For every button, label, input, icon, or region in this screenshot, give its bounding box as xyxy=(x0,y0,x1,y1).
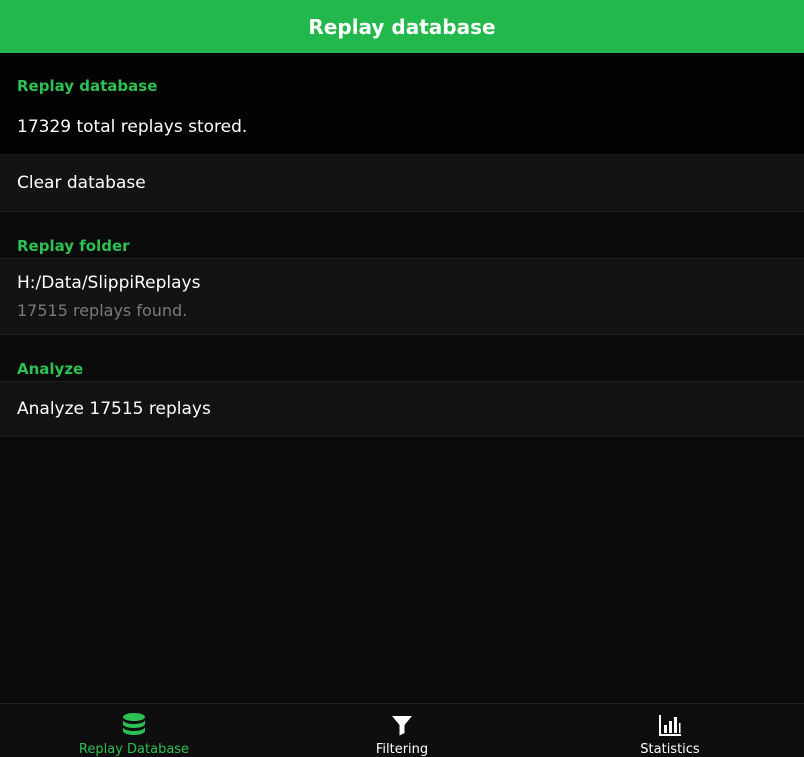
bottom-navigation: Replay Database Filtering Statistics xyxy=(0,703,804,757)
database-summary: 17329 total replays stored. xyxy=(17,117,248,137)
nav-label-statistics: Statistics xyxy=(640,742,700,757)
title-bar: Replay database xyxy=(0,0,804,53)
section-header-replay-folder: Replay folder xyxy=(17,237,130,255)
replays-found-count: 17515 replays found. xyxy=(17,301,188,320)
clear-database-button[interactable]: Clear database xyxy=(0,154,804,212)
replay-folder-row[interactable]: H:/Data/SlippiReplays 17515 replays foun… xyxy=(0,258,804,335)
main-content: Replay database 17329 total replays stor… xyxy=(0,53,804,703)
analyze-replays-label: Analyze 17515 replays xyxy=(17,399,211,419)
nav-label-replay-database: Replay Database xyxy=(78,742,190,757)
replay-folder-path: H:/Data/SlippiReplays xyxy=(17,273,201,293)
app-window: Replay database Replay database 17329 to… xyxy=(0,0,804,757)
database-info-block: Replay database 17329 total replays stor… xyxy=(0,53,804,154)
nav-item-replay-database[interactable]: Replay Database xyxy=(0,704,268,757)
section-header-replay-database: Replay database xyxy=(17,77,158,95)
clear-database-label: Clear database xyxy=(17,173,146,193)
nav-label-filtering: Filtering xyxy=(375,742,429,757)
section-header-analyze: Analyze xyxy=(17,360,84,378)
bar-chart-icon xyxy=(659,715,681,736)
nav-item-statistics[interactable]: Statistics xyxy=(536,704,804,757)
nav-item-filtering[interactable]: Filtering xyxy=(268,704,536,757)
page-title: Replay database xyxy=(308,14,496,39)
analyze-replays-button[interactable]: Analyze 17515 replays xyxy=(0,381,804,437)
database-icon xyxy=(123,713,145,735)
filter-icon xyxy=(392,716,412,736)
